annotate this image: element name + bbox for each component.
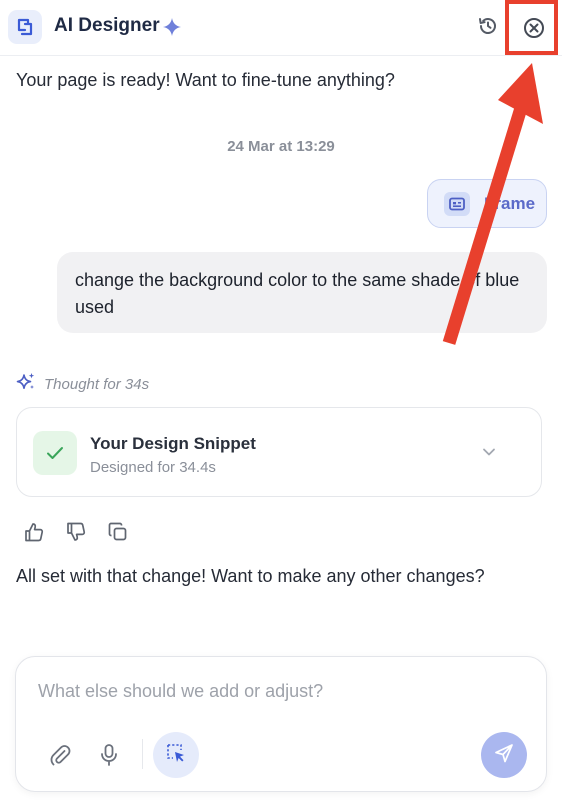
- ai-sparkles-icon: [16, 372, 36, 397]
- chevron-down-icon[interactable]: [482, 444, 496, 462]
- message-composer: [15, 656, 547, 792]
- snippet-title: Your Design Snippet: [90, 434, 256, 453]
- app-title: AI Designer: [54, 15, 160, 36]
- thumbs-down-icon[interactable]: [64, 520, 88, 544]
- thought-label: Thought for 34s: [44, 376, 150, 393]
- message-input[interactable]: [38, 677, 518, 705]
- paperclip-icon[interactable]: [47, 742, 73, 768]
- user-message-bubble: change the background color to the same …: [57, 252, 547, 333]
- feedback-actions: [22, 520, 130, 544]
- copy-icon[interactable]: [106, 520, 130, 544]
- thought-indicator[interactable]: Thought for 34s: [16, 372, 149, 397]
- close-circle-icon[interactable]: [520, 14, 548, 42]
- thumbs-up-icon[interactable]: [22, 520, 46, 544]
- panel-header: AI Designer: [0, 0, 562, 56]
- app-logo-icon: [8, 10, 42, 44]
- send-icon: [493, 742, 515, 769]
- select-cursor-icon: [165, 742, 187, 769]
- send-button[interactable]: [481, 732, 527, 778]
- ai-designer-panel: AI Designer Your page is ready! Want to …: [0, 0, 562, 806]
- frame-attachment-chip[interactable]: Frame: [427, 179, 547, 228]
- select-element-button[interactable]: [153, 732, 199, 778]
- frame-icon: [444, 191, 470, 216]
- composer-divider: [142, 739, 143, 769]
- check-icon: [33, 431, 77, 475]
- message-timestamp: 24 Mar at 13:29: [227, 138, 335, 155]
- microphone-icon[interactable]: [96, 742, 122, 768]
- snippet-subtitle: Designed for 34.4s: [90, 459, 216, 476]
- frame-chip-label: Frame: [484, 193, 536, 213]
- assistant-intro-message: Your page is ready! Want to fine-tune an…: [16, 70, 395, 90]
- history-icon[interactable]: [476, 14, 500, 38]
- sparkle-icon: [162, 17, 182, 42]
- assistant-reply-message: All set with that change! Want to make a…: [16, 566, 485, 586]
- design-snippet-card[interactable]: Your Design Snippet Designed for 34.4s: [16, 407, 542, 497]
